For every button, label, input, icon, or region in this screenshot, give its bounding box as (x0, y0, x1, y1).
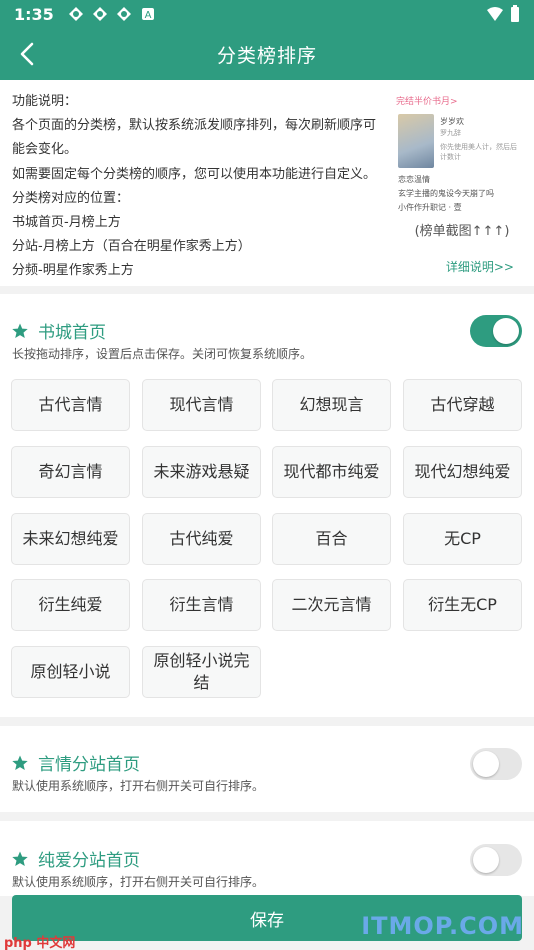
section-description: 默认使用系统顺序，打开右侧开关可自行排序。 (12, 779, 265, 793)
thumbnail-list-line: 玄学主播的鬼设今天崩了吗 (398, 189, 494, 198)
category-chip[interactable]: 原创轻小说 (11, 646, 130, 698)
toggle-knob (473, 751, 499, 777)
section-title: 纯爱分站首页 (38, 851, 140, 871)
category-chip[interactable]: 古代言情 (11, 379, 130, 431)
description-line: 分站-月榜上方（百合在明星作家秀上方） (12, 239, 251, 255)
category-chip[interactable]: 现代都市纯爱 (272, 446, 391, 498)
notification-icon (68, 7, 83, 21)
thumbnail-book-title: 岁岁欢 (440, 117, 464, 126)
category-chip[interactable]: 古代纯爱 (142, 513, 261, 565)
section-bookstore-home: 书城首页 长按拖动排序，设置后点击保存。关闭可恢复系统顺序。 古代言情 现代言情… (0, 294, 534, 717)
notification-icon (116, 7, 131, 21)
thumbnail-header: 完结半价书月> (396, 97, 458, 107)
toggle-knob (473, 847, 499, 873)
section-romance-substation: 言情分站首页 默认使用系统顺序，打开右侧开关可自行排序。 (0, 726, 534, 812)
page-title: 分类榜排序 (216, 44, 317, 67)
category-chip[interactable]: 二次元言情 (272, 579, 391, 631)
star-icon (12, 323, 28, 338)
sort-toggle-switch[interactable] (470, 748, 522, 780)
watermark-logo-right: ITMOP.COM (361, 912, 524, 940)
star-icon (12, 851, 28, 866)
category-chip[interactable]: 奇幻言情 (11, 446, 130, 498)
feature-description: 功能说明： 各个页面的分类榜，默认按系统派发顺序排列，每次刷新顺序可 能会变化。… (12, 90, 392, 284)
thumbnail-book-blurb: 你先使用美人计，然后后计数计 (440, 143, 517, 161)
description-line: 各个页面的分类榜，默认按系统派发顺序排列，每次刷新顺序可 (12, 118, 377, 134)
thumbnail-list-line: 恋恋温情 (398, 175, 430, 184)
svg-text:A: A (144, 10, 151, 21)
category-chip[interactable]: 古代穿越 (403, 379, 522, 431)
detail-link[interactable]: 详细说明>> (446, 258, 514, 275)
status-bar: 1:35 A (0, 0, 534, 28)
section-title: 书城首页 (38, 323, 106, 343)
section-header: 纯爱分站首页 (12, 846, 140, 871)
ranking-screenshot-thumbnail: 完结半价书月> 岁岁欢 罗九辞 你先使用美人计，然后后计数计 恋恋温情 玄学主播… (396, 94, 524, 216)
description-line: 分频-明星作家秀上方 (12, 263, 134, 279)
feature-description-panel: 功能说明： 各个页面的分类榜，默认按系统派发顺序排列，每次刷新顺序可 能会变化。… (0, 80, 534, 286)
description-line: 书城首页-月榜上方 (12, 215, 121, 231)
category-chip[interactable]: 现代言情 (142, 379, 261, 431)
sort-toggle-switch[interactable] (470, 315, 522, 347)
section-description: 默认使用系统顺序，打开右侧开关可自行排序。 (12, 875, 265, 889)
category-chip[interactable]: 衍生言情 (142, 579, 261, 631)
category-chip[interactable]: 现代幻想纯爱 (403, 446, 522, 498)
battery-icon (511, 5, 519, 22)
back-arrow-icon[interactable] (14, 40, 42, 68)
watermark-logo-left: php 中文网 (4, 936, 76, 950)
thumbnail-book-author: 罗九辞 (440, 129, 461, 137)
category-chip[interactable]: 幻想现言 (272, 379, 391, 431)
section-title: 言情分站首页 (38, 755, 140, 775)
app-notification-icon: A (141, 8, 154, 21)
section-header: 书城首页 (12, 318, 106, 343)
wifi-icon (487, 7, 503, 21)
notification-icon (92, 7, 107, 21)
status-time: 1:35 (14, 4, 54, 24)
description-line: 分类榜对应的位置： (12, 190, 130, 206)
section-description: 长按拖动排序，设置后点击保存。关闭可恢复系统顺序。 (12, 347, 313, 361)
category-chip[interactable]: 衍生无CP (403, 579, 522, 631)
description-line: 如需要固定每个分类榜的顺序，您可以使用本功能进行自定义。 (12, 166, 377, 182)
description-line: 功能说明： (12, 94, 78, 109)
star-icon (12, 755, 28, 770)
category-chip[interactable]: 衍生纯爱 (11, 579, 130, 631)
thumbnail-caption: (榜单截图↑↑↑) (414, 224, 510, 239)
sort-toggle-switch[interactable] (470, 844, 522, 876)
category-chip[interactable]: 百合 (272, 513, 391, 565)
category-chip[interactable]: 原创轻小说完结 (142, 646, 261, 698)
category-chip[interactable]: 未来游戏悬疑 (142, 446, 261, 498)
section-danmei-substation: 纯爱分站首页 默认使用系统顺序，打开右侧开关可自行排序。 (0, 821, 534, 896)
section-header: 言情分站首页 (12, 750, 140, 775)
app-bar: 分类榜排序 (0, 28, 534, 80)
thumbnail-list-line: 小仵作升职记 · 壹 (398, 203, 462, 212)
toggle-knob (493, 318, 519, 344)
category-chip[interactable]: 未来幻想纯爱 (11, 513, 130, 565)
description-line: 能会变化。 (12, 142, 78, 158)
book-cover-image (398, 114, 434, 168)
category-chip[interactable]: 无CP (403, 513, 522, 565)
